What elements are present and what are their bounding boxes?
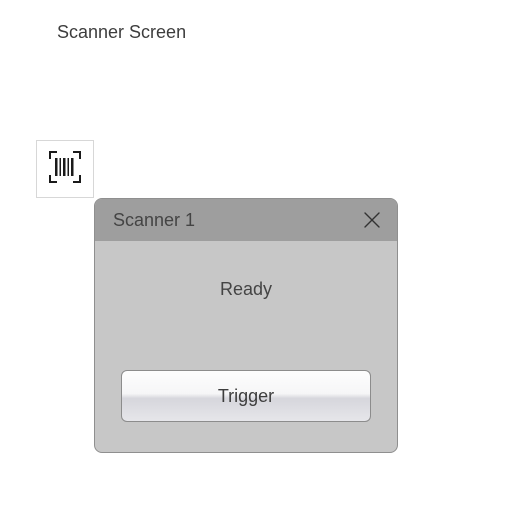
close-icon[interactable] bbox=[361, 209, 383, 231]
dialog-title: Scanner 1 bbox=[113, 210, 195, 231]
status-text: Ready bbox=[220, 279, 272, 300]
dialog-titlebar: Scanner 1 bbox=[95, 199, 397, 241]
trigger-button[interactable]: Trigger bbox=[121, 370, 371, 422]
scanner-dialog: Scanner 1 Ready Trigger bbox=[94, 198, 398, 453]
barcode-scan-button[interactable] bbox=[36, 140, 94, 198]
page-title: Scanner Screen bbox=[57, 22, 186, 43]
barcode-icon bbox=[48, 150, 82, 189]
dialog-body: Ready Trigger bbox=[95, 241, 397, 452]
